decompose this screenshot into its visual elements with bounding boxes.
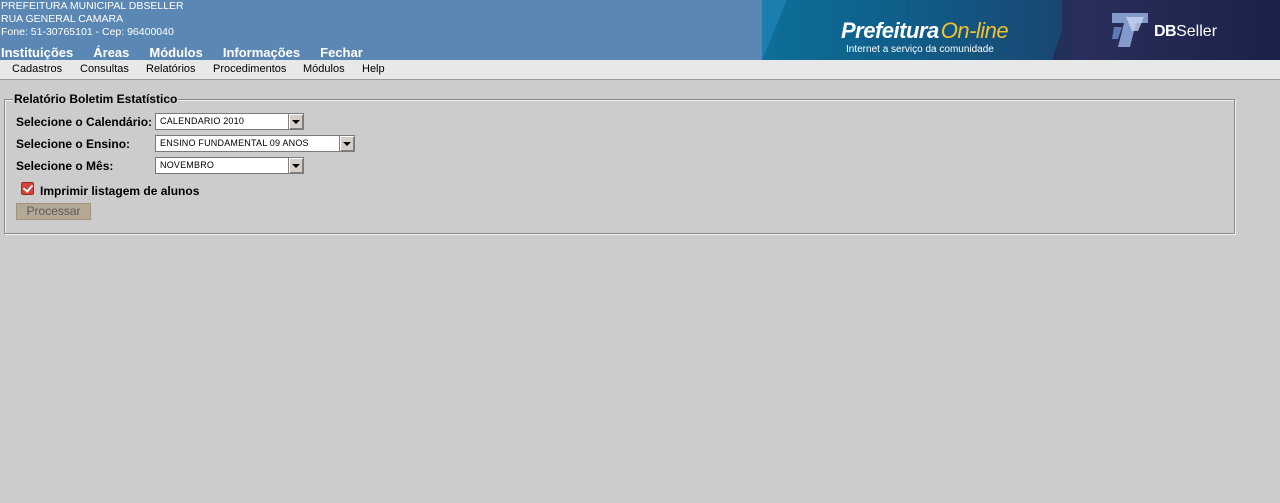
institution-contact: Fone: 51-30765101 - Cep: 96400040 bbox=[1, 26, 174, 38]
chevron-down-icon[interactable] bbox=[288, 158, 303, 173]
calendar-select[interactable]: CALENDARIO 2010 bbox=[155, 113, 304, 130]
top-nav-modulos[interactable]: Módulos bbox=[149, 45, 202, 60]
institution-info: PREFEITURA MUNICIPAL DBSELLER RUA GENERA… bbox=[1, 0, 184, 39]
print-students-label: Imprimir listagem de alunos bbox=[40, 184, 200, 198]
institution-address: RUA GENERAL CAMARA bbox=[1, 13, 124, 25]
logo-word-online: On-line bbox=[940, 18, 1009, 43]
institution-name: PREFEITURA MUNICIPAL DBSELLER bbox=[1, 0, 184, 12]
menu-bar: Cadastros Consultas Relatórios Procedime… bbox=[0, 60, 1280, 80]
app-header: PREFEITURA MUNICIPAL DBSELLER RUA GENERA… bbox=[0, 0, 1280, 60]
print-students-checkbox[interactable] bbox=[21, 182, 34, 195]
mes-label: Selecione o Mês: bbox=[16, 159, 114, 173]
top-nav-fechar[interactable]: Fechar bbox=[320, 45, 363, 60]
ensino-select[interactable]: ENSINO FUNDAMENTAL 09 ANOS bbox=[155, 135, 355, 152]
dbseller-wordmark-db: DB bbox=[1154, 23, 1177, 40]
chevron-down-icon[interactable] bbox=[339, 136, 354, 151]
menu-item-relatorios[interactable]: Relatórios bbox=[146, 63, 196, 75]
mes-select-value: NOVEMBRO bbox=[160, 160, 215, 170]
calendar-label: Selecione o Calendário: bbox=[16, 115, 153, 129]
top-nav-informacoes[interactable]: Informações bbox=[223, 45, 300, 60]
menu-item-procedimentos[interactable]: Procedimentos bbox=[213, 63, 286, 75]
dbseller-wordmark-seller: Seller bbox=[1176, 23, 1218, 40]
top-nav-areas[interactable]: Áreas bbox=[93, 45, 129, 60]
menu-item-consultas[interactable]: Consultas bbox=[80, 63, 129, 75]
calendar-select-value: CALENDARIO 2010 bbox=[160, 116, 245, 126]
brand-banner: PrefeituraOn-line Internet a serviço da … bbox=[762, 0, 1280, 60]
top-navigation: Instituições Áreas Módulos Informações Fecha… bbox=[1, 44, 383, 60]
logo-tagline: Internet a serviço da comunidade bbox=[846, 44, 994, 55]
menu-item-modulos[interactable]: Módulos bbox=[303, 63, 345, 75]
ensino-select-value: ENSINO FUNDAMENTAL 09 ANOS bbox=[160, 138, 309, 148]
logo-word-prefeitura: Prefeitura bbox=[841, 18, 939, 43]
ensino-label: Selecione o Ensino: bbox=[16, 137, 131, 151]
menu-item-cadastros[interactable]: Cadastros bbox=[12, 63, 62, 75]
dbseller-logo-icon bbox=[1112, 13, 1148, 47]
report-title: Relatório Boletim Estatístico bbox=[13, 92, 179, 106]
mes-select[interactable]: NOVEMBRO bbox=[155, 157, 304, 174]
dbseller-wordmark: DBSeller bbox=[1154, 23, 1217, 41]
top-nav-instituicoes[interactable]: Instituições bbox=[1, 45, 73, 60]
processar-button[interactable]: Processar bbox=[16, 203, 91, 220]
prefeitura-online-logo: PrefeituraOn-line bbox=[841, 18, 1009, 44]
menu-item-help[interactable]: Help bbox=[362, 63, 385, 75]
chevron-down-icon[interactable] bbox=[288, 114, 303, 129]
